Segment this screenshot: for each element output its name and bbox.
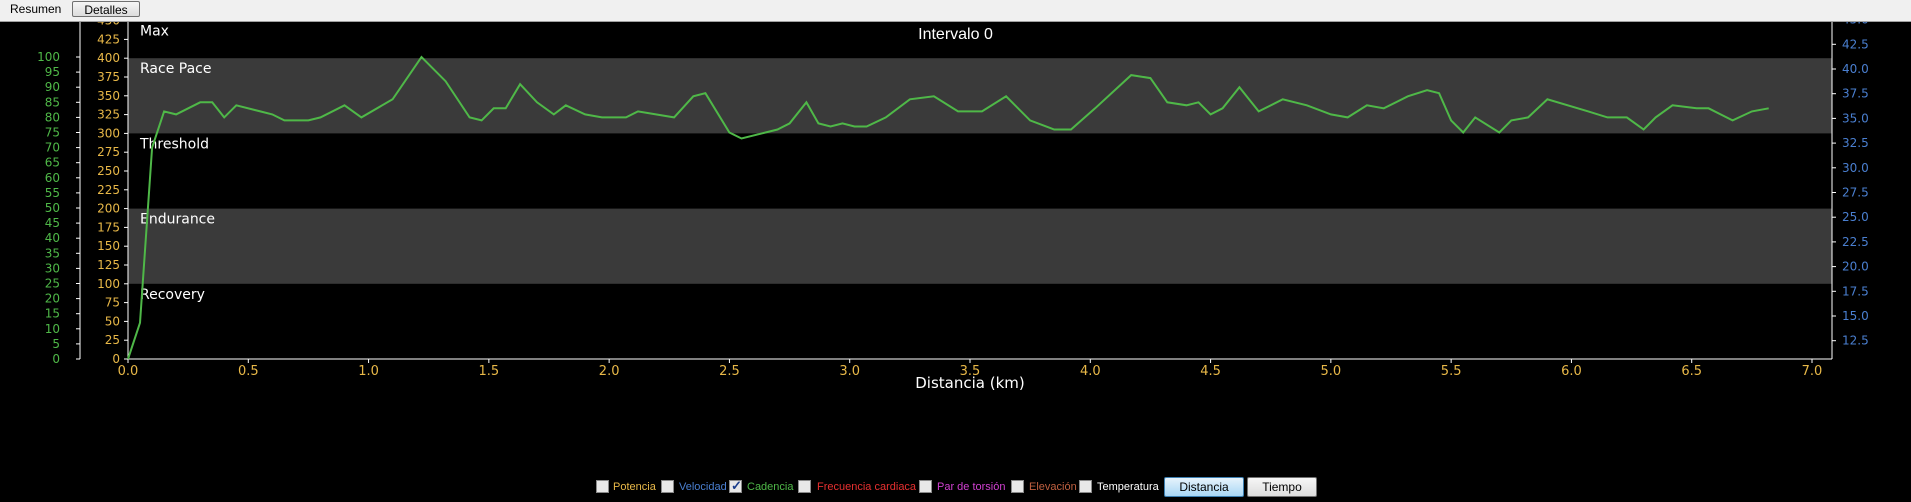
y-tick-label-inner: 300 xyxy=(97,126,120,140)
y-tick-label-right: 22.5 xyxy=(1842,235,1869,249)
x-tick-label: 1.0 xyxy=(358,364,379,379)
y-tick-label-inner: 75 xyxy=(105,296,120,310)
tiempo-button[interactable]: Tiempo xyxy=(1247,477,1317,497)
x-axis-label: Distancia (km) xyxy=(915,374,1025,392)
y-tick-label-right: 32.5 xyxy=(1842,136,1869,150)
y-tick-label-inner: 25 xyxy=(105,333,120,347)
y-tick-label-outer: 0 xyxy=(52,352,60,366)
checkbox-par-de-torsion[interactable] xyxy=(919,480,932,493)
y-tick-label-outer: 35 xyxy=(45,246,60,260)
legend-label-frecuencia-cardiaca: Frecuencia cardiaca xyxy=(817,481,917,493)
y-tick-label-right: 15.0 xyxy=(1842,309,1869,323)
tab-detalles[interactable]: Detalles xyxy=(72,1,140,17)
checkbox-temperatura[interactable] xyxy=(1079,480,1092,493)
y-tick-label-right: 35.0 xyxy=(1842,111,1869,125)
y-tick-label-outer: 40 xyxy=(45,231,60,245)
legend-label-par-de-torsion: Par de torsión xyxy=(937,481,1006,493)
y-tick-label-right: 27.5 xyxy=(1842,186,1869,200)
y-tick-label-inner: 400 xyxy=(97,51,120,65)
y-tick-label-outer: 25 xyxy=(45,277,60,291)
legend-label-cadencia: Cadencia xyxy=(747,481,794,493)
y-tick-label-right: 17.5 xyxy=(1842,284,1869,298)
x-tick-label: 5.5 xyxy=(1441,364,1462,379)
chart-panel: Intervalo 0 Max Race Pace Threshold Enduran… xyxy=(0,22,1911,502)
y-tick-label-outer: 65 xyxy=(45,156,60,170)
tab-bar: Resumen Detalles xyxy=(0,0,1911,22)
y-tick-label-inner: 375 xyxy=(97,70,120,84)
y-tick-label-right: 25.0 xyxy=(1842,210,1869,224)
y-tick-label-inner: 200 xyxy=(97,202,120,216)
y-tick-label-right: 12.5 xyxy=(1842,334,1869,348)
zone-band-race-pace xyxy=(128,58,1832,134)
x-tick-label: 6.0 xyxy=(1561,364,1582,379)
y-tick-label-inner: 275 xyxy=(97,145,120,159)
legend-label-potencia: Potencia xyxy=(613,481,656,493)
y-tick-label-inner: 100 xyxy=(97,277,120,291)
zone-label-recovery: Recovery xyxy=(140,287,205,303)
y-tick-label-right: 42.5 xyxy=(1842,37,1869,51)
y-tick-label-outer: 80 xyxy=(45,110,60,124)
checkbox-potencia[interactable] xyxy=(596,480,609,493)
distancia-button[interactable]: Distancia xyxy=(1164,477,1244,497)
y-tick-label-outer: 90 xyxy=(45,80,60,94)
y-tick-label-outer: 50 xyxy=(45,201,60,215)
zone-band-endurance xyxy=(128,208,1832,284)
y-tick-label-inner: 325 xyxy=(97,108,120,122)
x-tick-label: 6.5 xyxy=(1681,364,1702,379)
y-tick-label-outer: 10 xyxy=(45,322,60,336)
y-tick-label-inner: 425 xyxy=(97,32,120,46)
y-tick-label-outer: 85 xyxy=(45,95,60,109)
zone-label-max: Max xyxy=(140,24,169,40)
checkbox-elevacion[interactable] xyxy=(1011,480,1024,493)
legend-label-velocidad: Velocidad xyxy=(679,481,727,493)
zone-label-endurance: Endurance xyxy=(140,212,215,228)
x-tick-label: 0.5 xyxy=(238,364,259,379)
y-tick-label-outer: 20 xyxy=(45,292,60,306)
zone-label-race-pace: Race Pace xyxy=(140,61,211,77)
zone-label-threshold: Threshold xyxy=(139,136,209,152)
y-tick-label-right: 40.0 xyxy=(1842,62,1869,76)
y-tick-label-outer: 15 xyxy=(45,307,60,321)
legend-label-elevacion: Elevación xyxy=(1029,481,1077,493)
y-tick-label-outer: 100 xyxy=(37,50,60,64)
checkbox-cadencia[interactable] xyxy=(729,478,742,494)
y-tick-label-outer: 30 xyxy=(45,261,60,275)
x-tick-label: 1.5 xyxy=(479,364,500,379)
y-tick-label-outer: 60 xyxy=(45,171,60,185)
y-tick-label-inner: 175 xyxy=(97,220,120,234)
y-tick-label-inner: 150 xyxy=(97,239,120,253)
y-tick-label-outer: 5 xyxy=(52,337,60,351)
interval-chart: MaxRace PaceThresholdEnduranceRecovery05… xyxy=(37,22,1869,392)
x-tick-label: 0.0 xyxy=(118,364,139,379)
y-tick-label-outer: 45 xyxy=(45,216,60,230)
y-tick-label-right: 30.0 xyxy=(1842,161,1869,175)
x-tick-label: 2.5 xyxy=(719,364,740,379)
y-tick-label-right: 45.0 xyxy=(1842,22,1869,27)
y-tick-label-inner: 125 xyxy=(97,258,120,272)
checkbox-frecuencia-cardiaca[interactable] xyxy=(798,480,811,493)
y-tick-label-outer: 75 xyxy=(45,126,60,140)
y-tick-label-inner: 250 xyxy=(97,164,120,178)
y-tick-label-outer: 55 xyxy=(45,186,60,200)
x-tick-label: 4.5 xyxy=(1200,364,1221,379)
y-tick-label-right: 20.0 xyxy=(1842,260,1869,274)
legend-label-temperatura: Temperatura xyxy=(1097,481,1159,493)
y-tick-label-inner: 225 xyxy=(97,183,120,197)
tab-resumen[interactable]: Resumen xyxy=(4,1,67,17)
x-tick-label: 2.0 xyxy=(599,364,620,379)
y-tick-label-outer: 70 xyxy=(45,141,60,155)
y-tick-label-inner: 50 xyxy=(105,314,120,328)
checkbox-velocidad[interactable] xyxy=(661,480,674,493)
y-tick-label-inner: 350 xyxy=(97,89,120,103)
x-tick-label: 4.0 xyxy=(1080,364,1101,379)
x-tick-label: 7.0 xyxy=(1802,364,1823,379)
x-tick-label: 3.0 xyxy=(839,364,860,379)
y-tick-label-outer: 95 xyxy=(45,65,60,79)
y-tick-label-inner: 450 xyxy=(97,22,120,28)
x-tick-label: 5.0 xyxy=(1321,364,1342,379)
y-tick-label-right: 37.5 xyxy=(1842,87,1869,101)
